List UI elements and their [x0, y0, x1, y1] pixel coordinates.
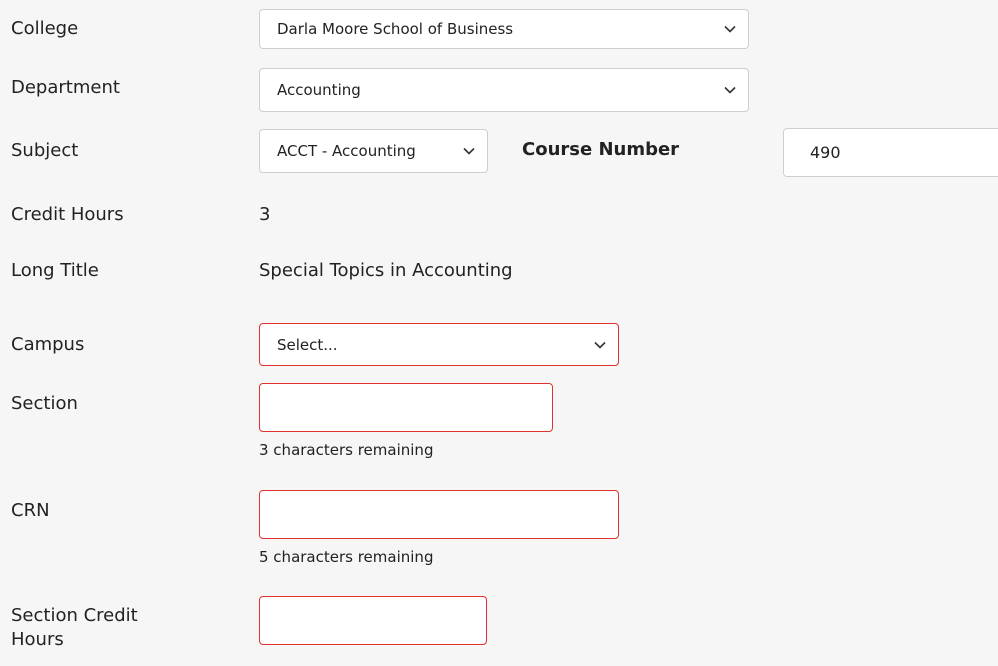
section-label: Section	[11, 393, 78, 414]
course-number-input[interactable]: 490	[783, 128, 998, 177]
chevron-down-icon	[463, 147, 475, 155]
campus-select[interactable]: Select...	[259, 323, 619, 366]
credit-hours-label: Credit Hours	[11, 204, 124, 225]
section-input[interactable]	[259, 383, 553, 432]
course-section-form: College Darla Moore School of Business D…	[0, 0, 998, 666]
college-select-value: Darla Moore School of Business	[277, 20, 514, 38]
subject-select-value: ACCT - Accounting	[277, 142, 416, 160]
chevron-down-icon	[724, 86, 736, 94]
section-credit-hours-input[interactable]	[259, 596, 487, 645]
crn-label: CRN	[11, 500, 50, 521]
section-credit-hours-label: Section Credit Hours	[11, 604, 138, 652]
credit-hours-value: 3	[259, 204, 271, 225]
campus-label: Campus	[11, 334, 85, 355]
course-number-label: Course Number	[522, 139, 680, 160]
campus-select-value: Select...	[277, 335, 338, 354]
course-number-value: 490	[810, 143, 841, 162]
department-select-value: Accounting	[277, 81, 361, 99]
chevron-down-icon	[594, 341, 606, 349]
subject-select[interactable]: ACCT - Accounting	[259, 129, 488, 173]
crn-input[interactable]	[259, 490, 619, 539]
long-title-label: Long Title	[11, 260, 99, 281]
college-select[interactable]: Darla Moore School of Business	[259, 9, 749, 49]
section-characters-remaining: 3 characters remaining	[259, 441, 434, 459]
department-label: Department	[11, 77, 120, 98]
crn-characters-remaining: 5 characters remaining	[259, 548, 434, 566]
long-title-value: Special Topics in Accounting	[259, 260, 513, 281]
section-credit-hours-label-line1: Section Credit	[11, 605, 138, 626]
college-label: College	[11, 18, 79, 39]
chevron-down-icon	[724, 25, 736, 33]
department-select[interactable]: Accounting	[259, 68, 749, 112]
section-credit-hours-label-line2: Hours	[11, 629, 64, 650]
subject-label: Subject	[11, 140, 79, 161]
